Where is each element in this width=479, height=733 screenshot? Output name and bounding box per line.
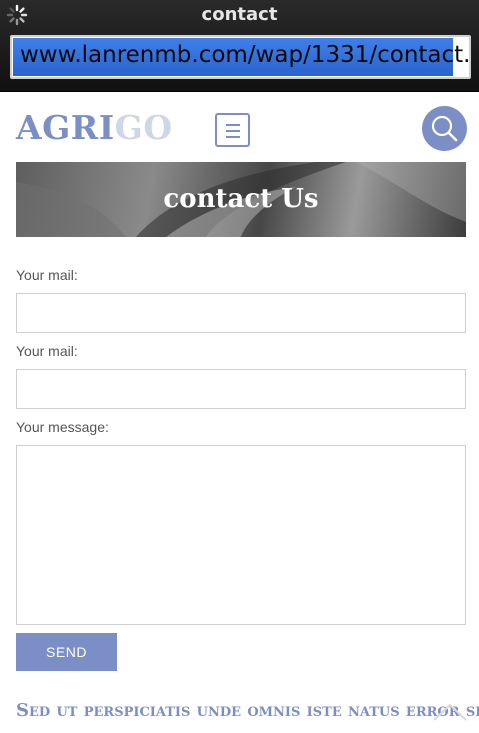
intro-paragraph: Sed ut perspiciatis unde omnis iste natu… (16, 700, 479, 721)
url-text[interactable]: www.lanrenmb.com/wap/1331/contact.ht (20, 42, 469, 68)
window-title: contact (201, 4, 278, 25)
menu-button[interactable] (215, 113, 250, 147)
logo-part-secondary: GO (114, 108, 173, 147)
hamburger-icon-bar-bottom (226, 136, 240, 138)
mail-input-2[interactable] (16, 369, 466, 409)
browser-toolbar: contact www.lanrenmb.com/wap/1331/contac… (0, 0, 479, 92)
hamburger-icon-bar-top (226, 124, 240, 126)
site-logo[interactable]: AGRIGO (16, 108, 173, 147)
hamburger-icon-bar-middle (226, 130, 240, 132)
mail-label-2: Your mail: (16, 343, 78, 359)
search-icon (431, 115, 458, 142)
chevron-up-icon[interactable] (430, 698, 470, 724)
message-label: Your message: (16, 419, 109, 435)
logo-part-primary: AGRI (16, 108, 115, 147)
message-textarea[interactable] (16, 445, 466, 625)
mail-label-1: Your mail: (16, 267, 78, 283)
page-banner: contact Us (16, 162, 466, 237)
page-title: contact Us (163, 184, 319, 214)
send-button[interactable]: SEND (16, 633, 117, 671)
search-button[interactable] (422, 106, 467, 151)
mail-input-1[interactable] (16, 293, 466, 333)
url-bar[interactable]: www.lanrenmb.com/wap/1331/contact.ht (10, 35, 471, 79)
site-header: AGRIGO (0, 92, 479, 162)
